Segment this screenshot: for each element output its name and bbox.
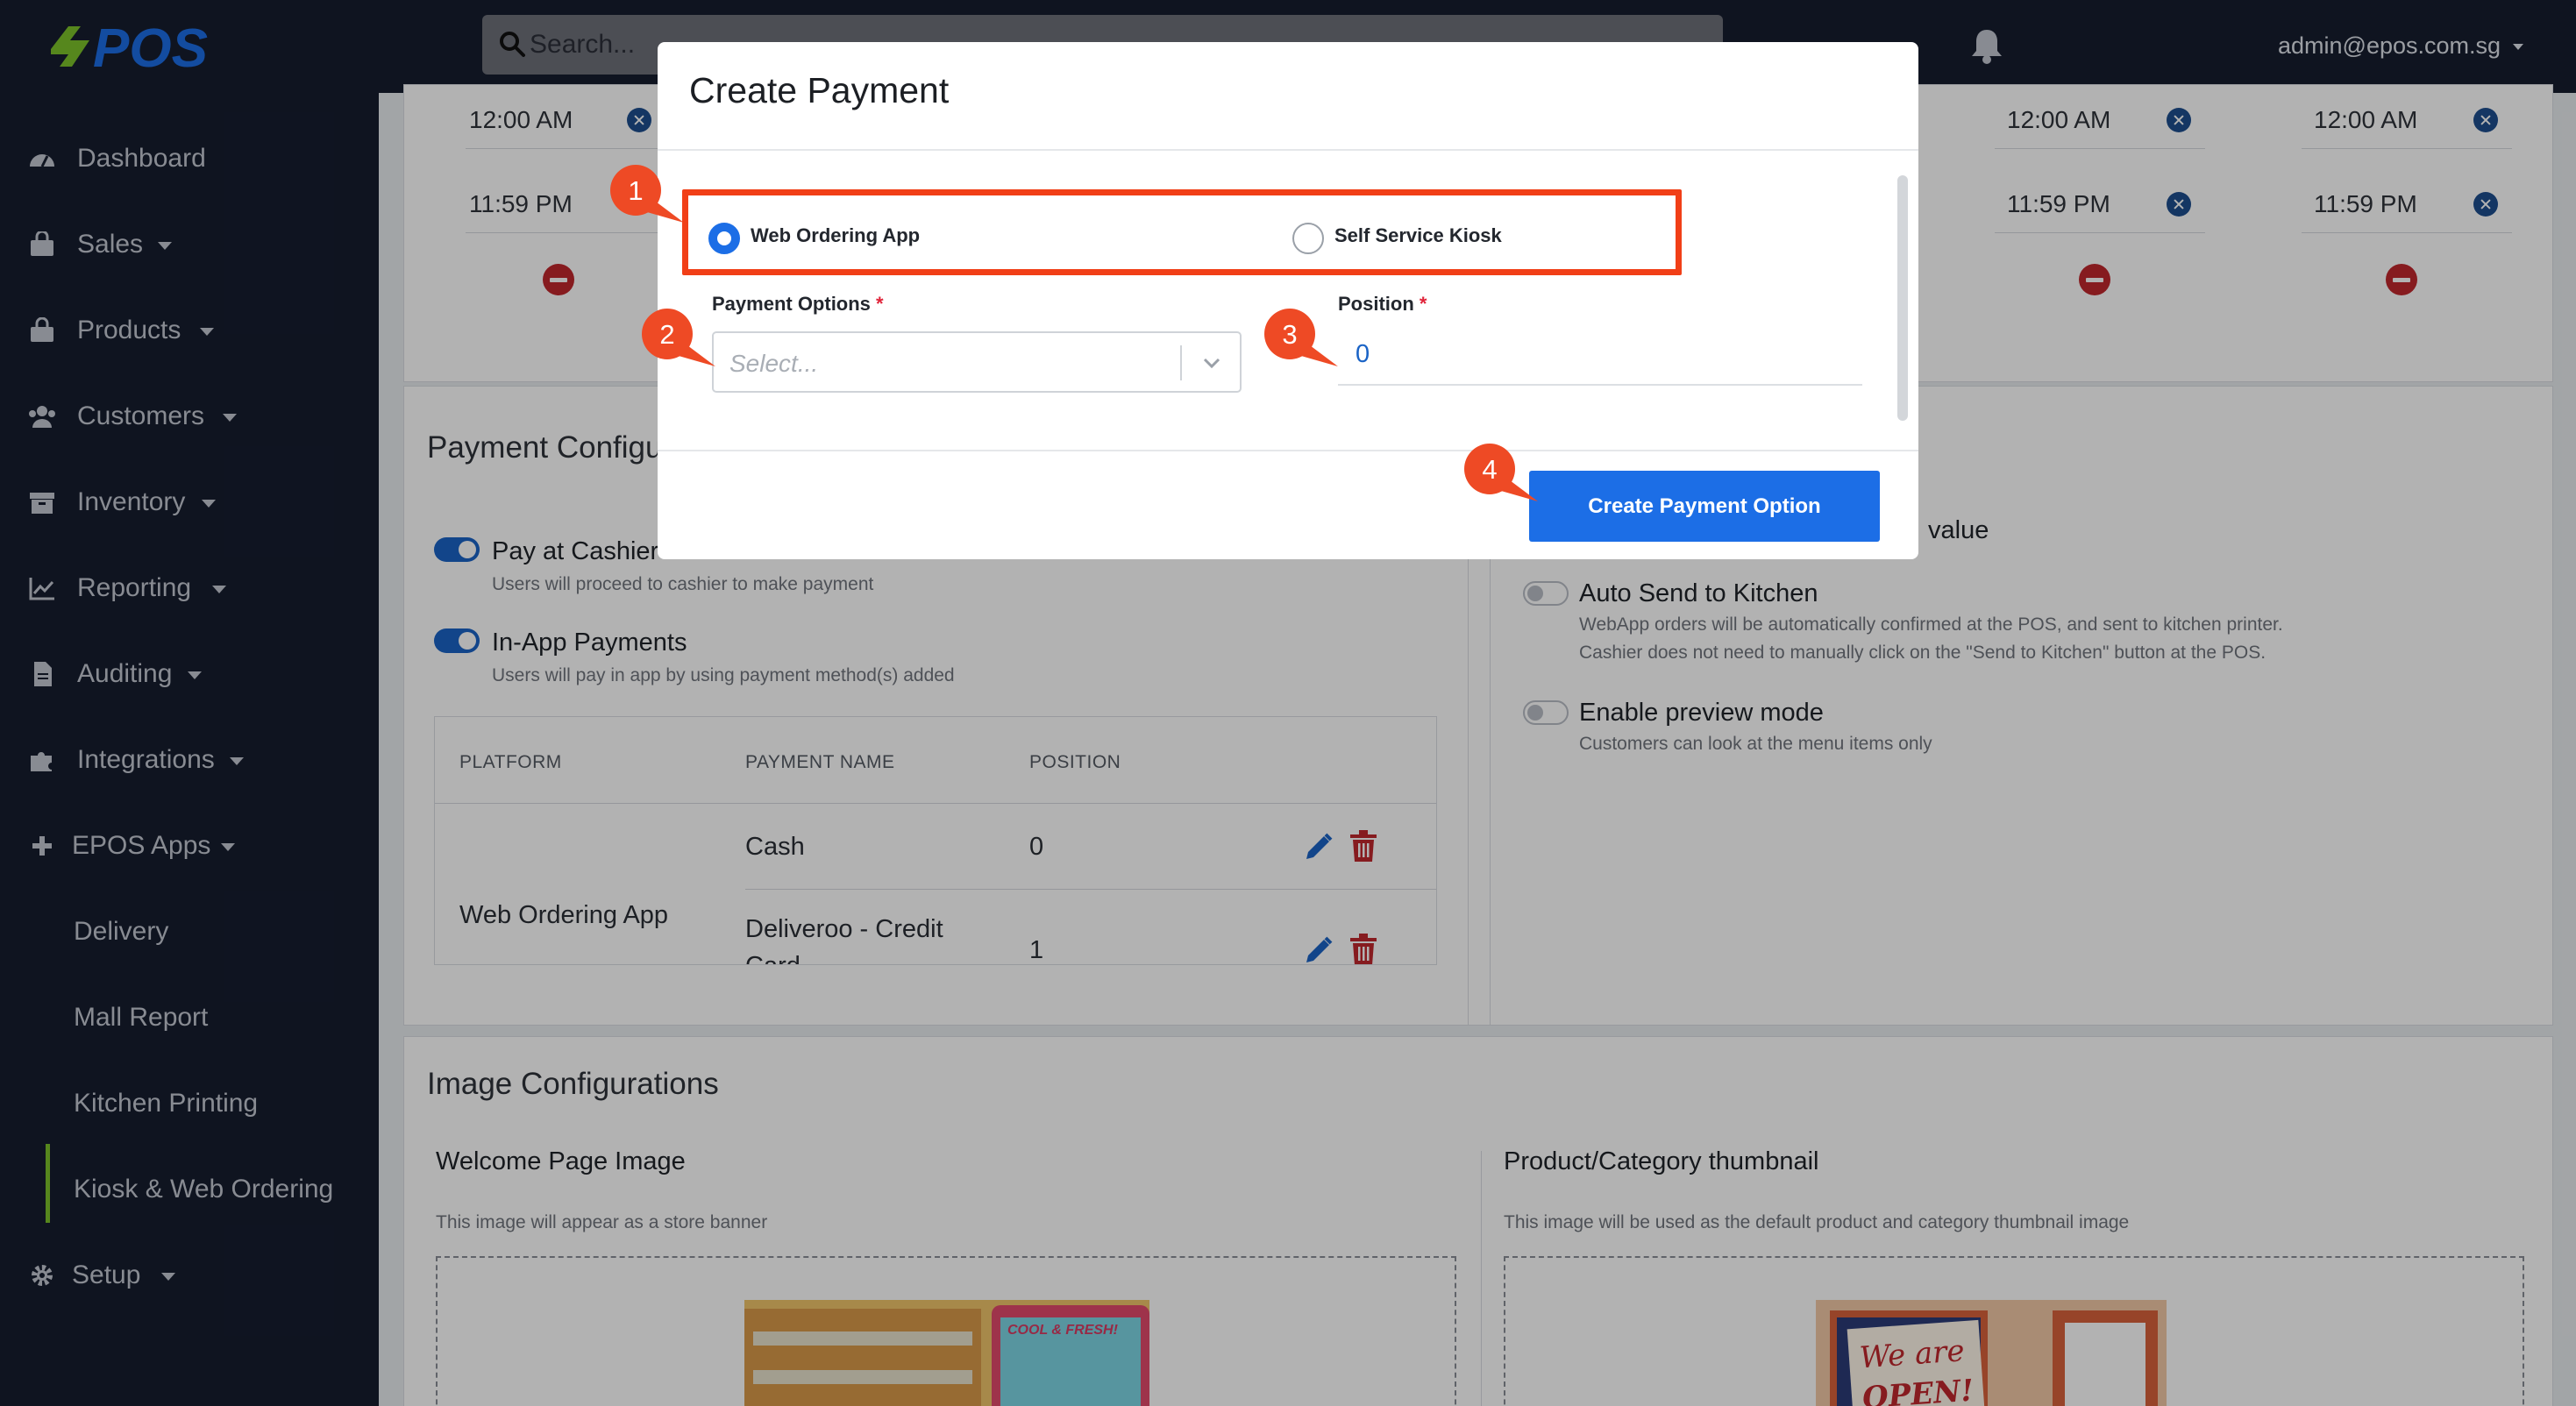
modal-scrollbar[interactable] [1897, 175, 1908, 421]
label-text: Payment Options [712, 293, 871, 315]
modal-divider [658, 149, 1918, 151]
payment-options-label: Payment Options * [712, 293, 884, 316]
position-input[interactable]: 0 [1356, 340, 1370, 369]
radio-web-ordering-app[interactable] [708, 223, 740, 254]
create-payment-option-button[interactable]: Create Payment Option [1529, 471, 1880, 542]
callout-number: 3 [1282, 319, 1298, 350]
radio-label[interactable]: Self Service Kiosk [1334, 224, 1502, 247]
callout-marker: 2 [642, 309, 715, 366]
label-text: Position [1338, 293, 1414, 315]
select-separator [1180, 345, 1182, 380]
required-mark: * [1419, 293, 1427, 315]
callout-number: 4 [1482, 454, 1498, 485]
position-label: Position * [1338, 293, 1427, 316]
callout-marker: 1 [610, 165, 684, 223]
required-mark: * [876, 293, 884, 315]
radio-label[interactable]: Web Ordering App [751, 224, 920, 247]
callout-marker: 4 [1464, 444, 1538, 501]
payment-options-select[interactable]: Select... [712, 331, 1242, 393]
callout-marker: 3 [1264, 309, 1338, 366]
select-placeholder: Select... [729, 350, 819, 377]
position-input-underline [1338, 384, 1862, 386]
chevron-down-icon[interactable] [1201, 352, 1222, 373]
create-payment-modal: Create Payment Web Ordering App Self Ser… [658, 42, 1918, 559]
callout-number: 2 [659, 319, 675, 350]
modal-divider [658, 450, 1918, 451]
radio-self-service-kiosk[interactable] [1292, 223, 1324, 254]
callout-number: 1 [628, 175, 644, 206]
modal-title: Create Payment [689, 70, 950, 110]
